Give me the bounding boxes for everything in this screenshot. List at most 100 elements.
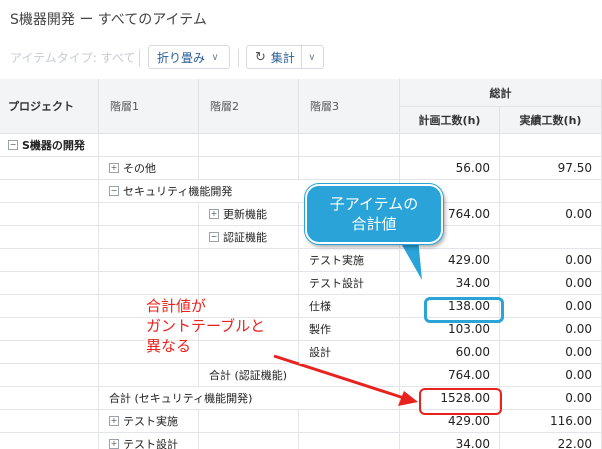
cell-l1: − セキュリティ機能開発: [99, 180, 232, 203]
table-row: − 認証機能: [0, 226, 602, 249]
cell-actual: 97.50: [500, 157, 602, 180]
cell-actual: 0.00: [500, 272, 602, 295]
table-row: + 更新機能 764.00 0.00: [0, 203, 602, 226]
aggregate-button[interactable]: ↻ 集計 ∨: [246, 45, 324, 69]
annotation-line: 合計値が: [146, 297, 207, 315]
annotation-line: 異なる: [146, 337, 192, 355]
cell-l3: [299, 410, 400, 433]
collapse-icon[interactable]: −: [209, 232, 219, 242]
row-label[interactable]: 更新機能: [223, 206, 267, 222]
cell-l3: [299, 157, 400, 180]
cell-l2: [199, 249, 299, 272]
collapse-label: 折り畳み: [157, 50, 206, 65]
cell-project: [0, 180, 99, 203]
cell-project: [0, 295, 99, 318]
expand-icon[interactable]: +: [209, 209, 219, 219]
collapse-icon[interactable]: −: [109, 186, 119, 196]
cell-project: [0, 272, 99, 295]
table-row: 合計 (認証機能) 764.00 0.00: [0, 364, 602, 387]
col-header-planned[interactable]: 計画工数(h): [400, 107, 500, 134]
collapse-button[interactable]: 折り畳み ∨: [148, 45, 230, 69]
col-header-actual[interactable]: 実績工数(h): [500, 107, 602, 134]
cell-project: [0, 226, 99, 249]
cell-l2: + 更新機能: [199, 203, 299, 226]
callout-line: 合計値: [351, 215, 397, 233]
item-type-filter: アイテムタイプ: すべて: [10, 50, 136, 65]
row-label[interactable]: その他: [123, 160, 156, 176]
col-header-level3[interactable]: 階層3: [299, 79, 400, 134]
cell-actual: 0.00: [500, 364, 602, 387]
table-row: + テスト設計 34.00 22.00: [0, 433, 602, 449]
cell-l3: 製作: [299, 318, 400, 341]
row-label[interactable]: テスト設計: [123, 436, 178, 449]
aggregate-dropdown-toggle[interactable]: ∨: [300, 46, 322, 68]
table-row: 仕様 138.00 0.00: [0, 295, 602, 318]
col-header-total-group: 総計: [400, 79, 602, 107]
cell-actual: [500, 134, 602, 157]
row-label[interactable]: 認証機能: [223, 229, 267, 245]
refresh-icon: ↻: [255, 49, 266, 65]
row-label: 製作: [309, 323, 331, 336]
expand-icon[interactable]: +: [109, 163, 119, 173]
cell-project: [0, 387, 99, 410]
cell-actual: 116.00: [500, 410, 602, 433]
cell-l3: [299, 433, 400, 449]
row-label[interactable]: S機器の開発: [22, 137, 85, 153]
cell-actual: 0.00: [500, 295, 602, 318]
cell-actual: 0.00: [500, 341, 602, 364]
row-label[interactable]: テスト実施: [123, 413, 178, 429]
table-row: テスト設計 34.00 0.00: [0, 272, 602, 295]
cell-l1: [99, 364, 199, 387]
cell-project: [0, 433, 99, 449]
cell-l1: + その他: [99, 157, 199, 180]
cell-l1: [99, 134, 199, 157]
row-label[interactable]: セキュリティ機能開発: [123, 183, 232, 199]
cell-project: [0, 157, 99, 180]
cell-planned: 764.00: [400, 364, 500, 387]
col-header-level2[interactable]: 階層2: [199, 79, 299, 134]
expand-icon[interactable]: +: [109, 416, 119, 426]
cell-l2: − 認証機能: [199, 226, 299, 249]
page-title: S機器開発 ー すべてのアイテム: [10, 12, 207, 28]
cell-l1: [99, 226, 199, 249]
table-row: テスト実施 429.00 0.00: [0, 249, 602, 272]
cell-l3: 仕様: [299, 295, 400, 318]
aggregate-label: 集計: [270, 50, 295, 65]
row-label: 合計 (セキュリティ機能開発): [109, 392, 253, 405]
expand-icon[interactable]: +: [109, 439, 119, 449]
callout-line: 子アイテムの: [329, 195, 419, 213]
cell-l3: [299, 134, 400, 157]
table-row: − セキュリティ機能開発: [0, 180, 602, 203]
cell-l3: 設計: [299, 341, 400, 364]
cell-l2: [199, 134, 299, 157]
pivot-table: プロジェクト 階層1 階層2 階層3 総計 計画工数(h) 実績工数(h) − S…: [0, 79, 602, 449]
table-row: 合計 (セキュリティ機能開発) 1528.00 0.00: [0, 387, 602, 410]
cell-l1: + テスト実施: [99, 410, 199, 433]
toolbar: アイテムタイプ: すべて 折り畳み ∨ ↻ 集計 ∨: [0, 45, 602, 73]
highlight-child-total: [424, 297, 504, 323]
cell-l2: [199, 410, 299, 433]
cell-l1: + テスト設計: [99, 433, 199, 449]
chevron-down-icon: ∨: [211, 51, 219, 63]
table-row: − S機器の開発: [0, 134, 602, 157]
cell-actual: 0.00: [500, 387, 602, 410]
cell-l2: 合計 (認証機能): [199, 364, 299, 387]
row-label: 設計: [309, 346, 331, 359]
cell-project: [0, 341, 99, 364]
toolbar-divider: [238, 49, 239, 67]
cell-project: [0, 364, 99, 387]
cell-actual: 0.00: [500, 318, 602, 341]
cell-actual: 22.00: [500, 433, 602, 449]
cell-l2: [199, 433, 299, 449]
table-row: 設計 60.00 0.00: [0, 341, 602, 364]
table-row: 製作 103.00 0.00: [0, 318, 602, 341]
cell-l3: テスト設計: [299, 272, 400, 295]
collapse-icon[interactable]: −: [8, 140, 18, 150]
col-header-project[interactable]: プロジェクト: [0, 79, 99, 134]
cell-l1: 合計 (セキュリティ機能開発): [99, 387, 252, 410]
highlight-mismatch-total: [419, 388, 502, 415]
cell-project: [0, 410, 99, 433]
cell-planned: 34.00: [400, 433, 500, 449]
cell-actual: [500, 180, 602, 203]
col-header-level1[interactable]: 階層1: [99, 79, 199, 134]
